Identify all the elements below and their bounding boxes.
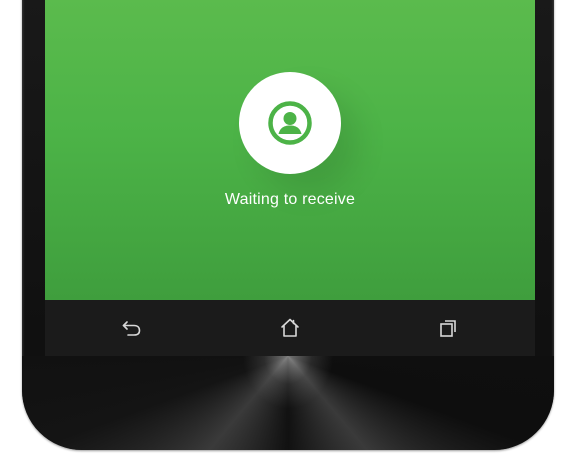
person-circle-icon — [268, 101, 312, 145]
home-icon — [281, 318, 299, 337]
status-text: Waiting to receive — [224, 191, 356, 208]
phone-chin-spun-metal — [22, 356, 554, 450]
home-button[interactable] — [272, 310, 308, 346]
app-screen: Waiting to receive — [45, 0, 535, 300]
recent-apps-button[interactable] — [430, 310, 466, 346]
receiver-avatar — [239, 72, 341, 174]
recent-apps-icon — [440, 320, 456, 337]
back-icon — [122, 321, 141, 336]
phone-frame: Waiting to receive — [22, 0, 554, 450]
navigation-bar — [45, 300, 535, 356]
back-button[interactable] — [114, 310, 150, 346]
